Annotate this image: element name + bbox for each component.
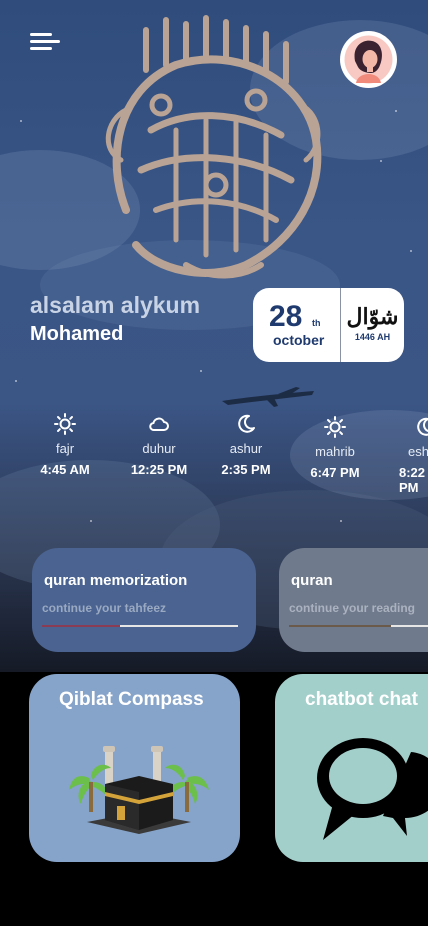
airplane-icon <box>222 387 314 407</box>
prayer-time: 12:25 PM <box>130 462 188 477</box>
prayer-name: mahrib <box>315 444 355 459</box>
calligraphy-emblem-icon <box>105 15 322 279</box>
prayer-esha[interactable]: esha 8:22 PM <box>382 416 428 495</box>
moon-icon <box>238 414 255 433</box>
prayer-name: ashur <box>229 441 263 456</box>
cloud-icon <box>149 417 169 431</box>
date-card[interactable]: 28 th october شوّال 1446 AH <box>253 288 404 362</box>
avatar[interactable] <box>340 31 397 88</box>
gregorian-date: 28 th october <box>253 288 341 362</box>
progress-track <box>289 625 428 627</box>
card-title: quran <box>291 572 333 589</box>
card-subtitle: continue your reading <box>289 601 416 615</box>
user-name: Mohamed <box>30 323 124 345</box>
date-month: october <box>273 332 325 348</box>
prayer-ashur[interactable]: ashur 2:35 PM <box>206 413 286 477</box>
greeting-text: alsalam alykum <box>30 292 201 318</box>
kaaba-icon <box>69 746 209 834</box>
date-suffix: th <box>312 318 321 328</box>
card-title: quran memorization <box>44 572 188 589</box>
card-clip: chatbot chat <box>275 674 428 862</box>
card-subtitle: continue your tahfeez <box>42 601 167 615</box>
prayer-time: 8:22 PM <box>399 465 426 495</box>
sun-icon <box>54 413 76 435</box>
prayer-time: 4:45 AM <box>40 462 90 477</box>
quran-reading-card[interactable]: quran continue your reading <box>279 548 428 652</box>
prayer-fajr[interactable]: fajr 4:45 AM <box>25 413 105 477</box>
hijri-month: شوّال <box>346 304 399 330</box>
card-title: Qiblat Compass <box>59 689 204 710</box>
card-title: chatbot chat <box>305 689 418 710</box>
prayer-duhur[interactable]: duhur 12:25 PM <box>119 413 199 477</box>
prayer-mahrib[interactable]: mahrib 6:47 PM <box>295 416 375 480</box>
prayer-name: duhur <box>142 441 176 456</box>
speech-bubbles-icon <box>317 738 428 840</box>
hero-section: alsalam alykum Mohamed 28 th october شوّ… <box>0 0 428 672</box>
moon-icon <box>417 417 428 436</box>
hijri-year: 1446 AH <box>354 332 391 342</box>
prayer-clip: esha 8:22 PM <box>380 416 428 496</box>
card-clip: quran continue your reading <box>279 548 428 652</box>
prayer-name: esha <box>408 444 428 459</box>
quran-memorization-card[interactable]: quran memorization continue your tahfeez <box>32 548 256 652</box>
prayer-time: 2:35 PM <box>221 462 271 477</box>
progress-fill <box>289 625 392 627</box>
progress-track <box>42 625 238 627</box>
menu-icon[interactable] <box>30 33 60 53</box>
progress-fill <box>42 625 121 627</box>
prayer-name: fajr <box>55 441 75 456</box>
sun-icon <box>324 416 346 438</box>
qiblat-compass-card[interactable]: Qiblat Compass <box>29 674 240 862</box>
hijri-date: شوّال 1446 AH <box>341 288 404 362</box>
chatbot-card[interactable]: chatbot chat <box>275 674 428 862</box>
user-avatar-icon <box>344 35 393 84</box>
date-day: 28 <box>269 300 303 333</box>
prayer-time: 6:47 PM <box>310 465 360 480</box>
